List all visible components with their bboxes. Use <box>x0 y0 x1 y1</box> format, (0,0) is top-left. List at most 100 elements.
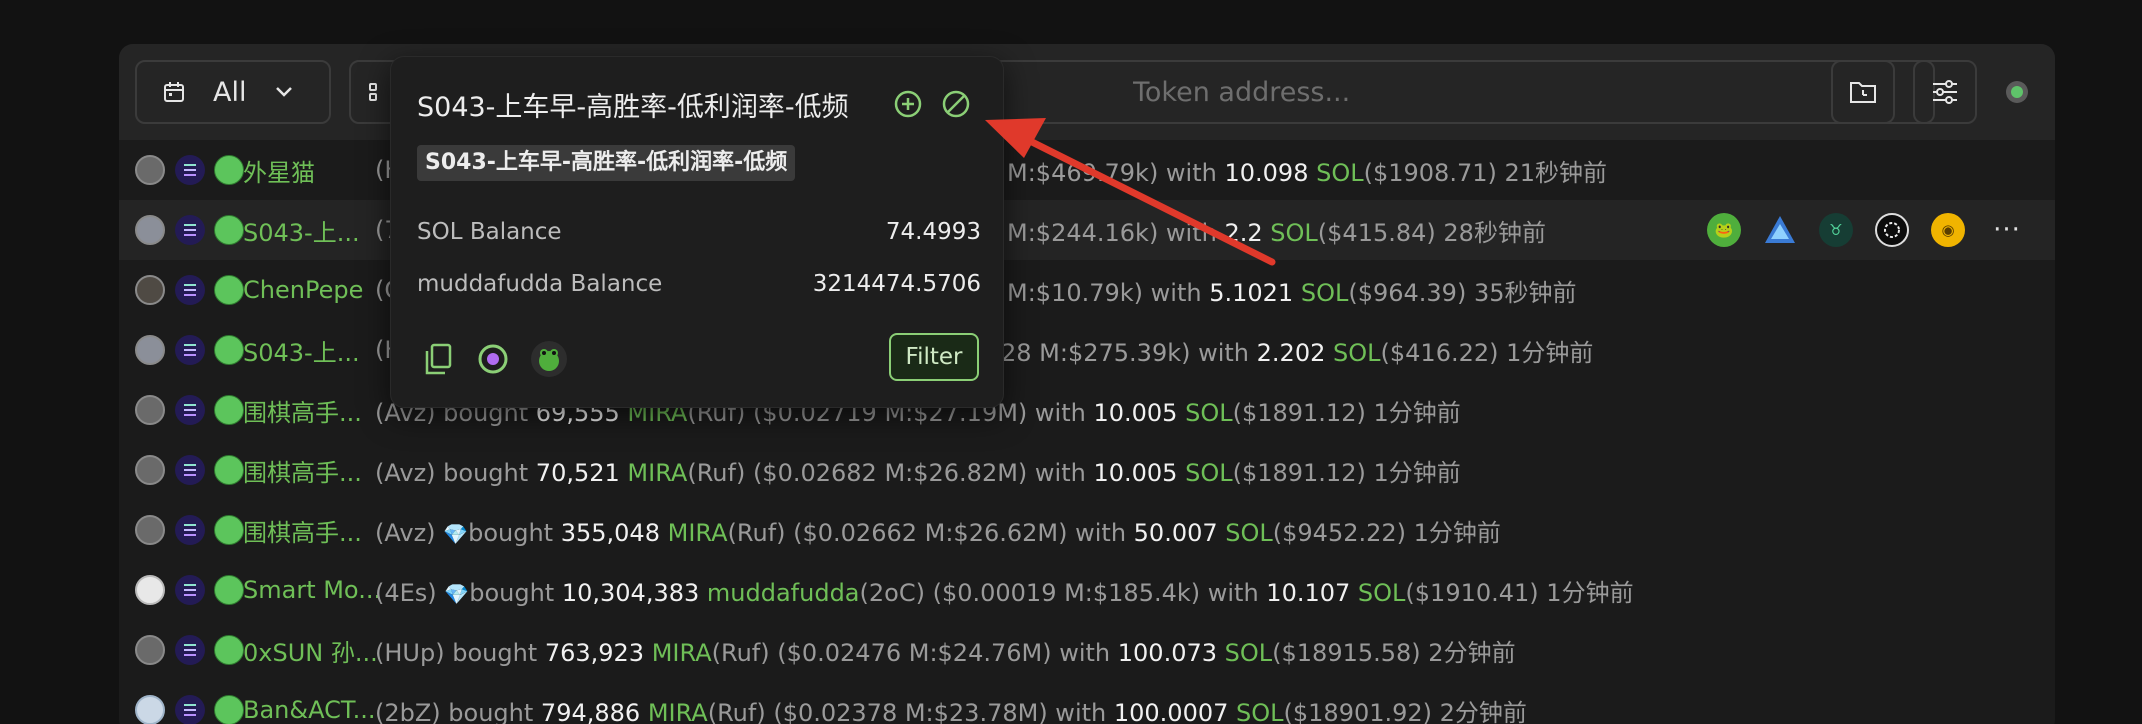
trade-row[interactable]: 0xSUN 孙... (HUp) bought 763,923 MIRA(Ruf… <box>119 620 2055 680</box>
folder-clock-icon <box>1850 82 1876 103</box>
trade-row[interactable]: Ban&ACT... (2bZ) bought 794,886 MIRA(Ruf… <box>119 680 2055 724</box>
more-icon[interactable]: ··· <box>1987 213 2027 247</box>
time-range-dropdown[interactable]: All <box>135 60 331 124</box>
sol-amount: 100.0007 <box>1113 698 1229 724</box>
usd-value: ($1910.41) <box>1405 578 1539 607</box>
usd-value: ($1908.71) <box>1363 158 1497 187</box>
token-amount: 70,521 <box>535 458 620 487</box>
sol-amount: 2.202 <box>1256 338 1326 367</box>
gem-icon: 💎 <box>443 521 469 546</box>
token-balance-value: 3214474.5706 <box>812 271 981 297</box>
avatar <box>135 395 165 425</box>
wallet-popover: S043-上车早-高胜率-低利润率-低频 S043-上车早-高胜率-低利润率-低… <box>390 56 1004 408</box>
wallet-name-link[interactable]: S043-上... <box>243 219 360 247</box>
usd-value: ($18901.92) <box>1283 698 1433 724</box>
wallet-name-link[interactable]: Smart Mo... <box>243 576 381 604</box>
solana-icon <box>175 335 205 365</box>
green-status-icon <box>214 275 244 305</box>
sol-symbol: SOL <box>1270 218 1318 247</box>
copy-icon[interactable] <box>423 343 453 377</box>
solana-icon <box>175 395 205 425</box>
sol-amount: 10.005 <box>1093 458 1178 487</box>
green-status-icon <box>214 455 244 485</box>
token-addr: (Ruf) <box>687 458 746 487</box>
solana-icon <box>175 635 205 665</box>
token-address-input[interactable] <box>979 60 1935 124</box>
sol-amount: 50.007 <box>1133 518 1218 547</box>
sol-symbol: SOL <box>1185 458 1233 487</box>
avatar <box>135 275 165 305</box>
token-balance-label: muddafudda Balance <box>417 271 663 297</box>
token-symbol-link[interactable]: MIRA <box>668 519 728 547</box>
wallet-addr: (2bZ) <box>375 698 441 724</box>
green-status-icon <box>214 155 244 185</box>
token-symbol-link[interactable]: muddafudda <box>707 579 860 607</box>
price-details: ($0.02662 M:$26.62M) with <box>785 518 1134 547</box>
token-addr: (Ruf) <box>727 518 786 547</box>
wallet-name-link[interactable]: 围棋高手... <box>243 459 362 487</box>
avatar <box>135 155 165 185</box>
avatar <box>135 455 165 485</box>
avatar <box>135 635 165 665</box>
wallet-addr: (HUp) <box>375 638 445 667</box>
import-folder-button[interactable] <box>1831 60 1895 124</box>
trade-row[interactable]: Smart Mo... (4Es) 💎bought 10,304,383 mud… <box>119 560 2055 620</box>
bull-icon[interactable]: ♉ <box>1819 213 1853 247</box>
wallet-name-link[interactable]: 围棋高手... <box>243 399 362 427</box>
gold-coin-icon[interactable]: ◉ <box>1931 213 1965 247</box>
sol-amount: 10.098 <box>1224 158 1309 187</box>
green-status-icon <box>214 335 244 365</box>
wallet-name-link[interactable]: S043-上... <box>243 339 360 367</box>
usd-value: ($1891.12) <box>1232 458 1366 487</box>
price-details: ($0.02378 M:$23.78M) with <box>765 698 1114 724</box>
wallet-name-link[interactable]: 围棋高手... <box>243 519 362 547</box>
filter-button[interactable]: Filter <box>889 333 979 381</box>
sol-symbol: SOL <box>1236 698 1284 724</box>
token-symbol-link[interactable]: MIRA <box>652 639 712 667</box>
trade-action: bought <box>468 518 561 547</box>
trade-action: bought <box>435 458 536 487</box>
filter-settings-button[interactable] <box>1913 60 1977 124</box>
token-addr: (2oC) <box>859 578 925 607</box>
wallet-name-link[interactable]: Ban&ACT... <box>243 696 376 724</box>
wallet-name-link[interactable]: 0xSUN 孙... <box>243 639 378 667</box>
wallet-addr: (Avz) <box>375 518 436 547</box>
connection-status-icon <box>2006 81 2028 103</box>
trade-row[interactable]: 围棋高手... (Avz) 💎bought 355,048 MIRA(Ruf) … <box>119 500 2055 560</box>
timestamp: 1分钟前 <box>1538 578 1634 607</box>
add-circle-icon[interactable] <box>893 89 923 119</box>
token-amount: 794,886 <box>540 698 641 724</box>
triangle-logo-icon[interactable] <box>1763 213 1797 247</box>
solana-icon <box>175 215 205 245</box>
sol-balance-label: SOL Balance <box>417 219 562 245</box>
usd-value: ($415.84) <box>1317 218 1436 247</box>
scan-icon[interactable] <box>475 341 511 377</box>
solana-icon <box>175 155 205 185</box>
price-details: ($0.02476 M:$24.76M) with <box>769 638 1118 667</box>
sol-symbol: SOL <box>1185 398 1233 427</box>
sol-symbol: SOL <box>1224 638 1273 667</box>
token-symbol-link[interactable]: MIRA <box>627 459 687 487</box>
timestamp: 2分钟前 <box>1432 698 1527 724</box>
token-amount: 355,048 <box>560 518 660 547</box>
sol-symbol: SOL <box>1300 278 1349 307</box>
avatar <box>135 695 165 724</box>
trade-action: bought <box>440 698 541 724</box>
usd-value: ($18915.58) <box>1272 638 1421 667</box>
wallet-name-link[interactable]: ChenPepe <box>243 276 363 304</box>
token-balance-row: muddafudda Balance 3214474.5706 <box>417 271 981 297</box>
token-symbol-link[interactable]: MIRA <box>648 699 708 724</box>
green-status-icon <box>214 575 244 605</box>
token-addr: (Ruf) <box>707 698 766 724</box>
block-icon[interactable] <box>941 89 971 119</box>
wallet-name-link[interactable]: 外星猫 <box>243 159 315 187</box>
timestamp: 2分钟前 <box>1420 638 1516 667</box>
spinner-logo-icon[interactable] <box>1875 213 1909 247</box>
trade-row[interactable]: 围棋高手... (Avz) bought 70,521 MIRA(Ruf) ($… <box>119 440 2055 500</box>
solana-icon <box>175 515 205 545</box>
sol-amount: 5.1021 <box>1209 278 1294 307</box>
avatar <box>135 575 165 605</box>
frog-icon[interactable] <box>531 341 567 377</box>
trade-action: bought <box>469 578 562 607</box>
frog-icon[interactable]: 🐸 <box>1707 213 1741 247</box>
